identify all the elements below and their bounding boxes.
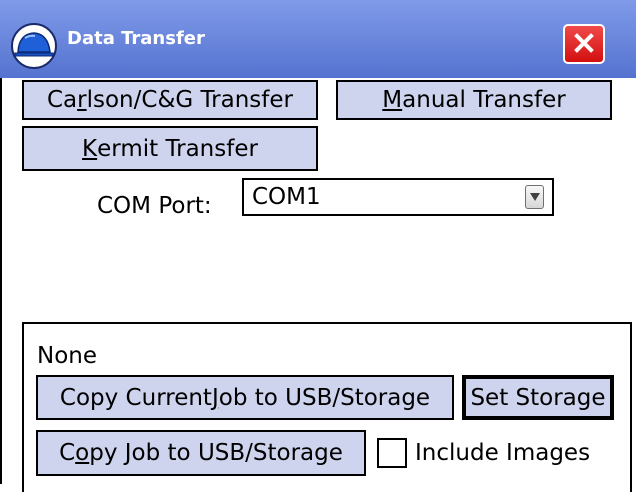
com-port-value: COM1 [252, 184, 321, 210]
close-button[interactable] [563, 24, 605, 64]
set-storage-button[interactable]: Set Storage [462, 375, 614, 420]
include-images-label: Include Images [415, 440, 591, 466]
carlson-transfer-button[interactable]: Ca r lson/C&G Transfer [22, 80, 318, 120]
window-left-border [0, 78, 2, 484]
com-port-label: COM Port: [97, 193, 212, 219]
storage-location-label: None [37, 343, 98, 369]
include-images-checkbox[interactable] [377, 438, 407, 468]
dropdown-arrow-icon[interactable] [525, 185, 544, 209]
com-port-select[interactable]: COM1 [242, 178, 554, 216]
window-title: Data Transfer [67, 28, 205, 49]
copy-current-job-button[interactable]: Copy Current Job to USB/Storage [36, 375, 454, 420]
copy-job-button[interactable]: Co py Job to USB/Storage [36, 430, 366, 476]
kermit-transfer-button[interactable]: Kermit Transfer [22, 126, 318, 171]
title-bar: Data Transfer [0, 0, 636, 78]
close-icon [574, 33, 594, 53]
hard-hat-icon [11, 23, 57, 69]
manual-transfer-button[interactable]: Manual Transfer [336, 80, 612, 120]
